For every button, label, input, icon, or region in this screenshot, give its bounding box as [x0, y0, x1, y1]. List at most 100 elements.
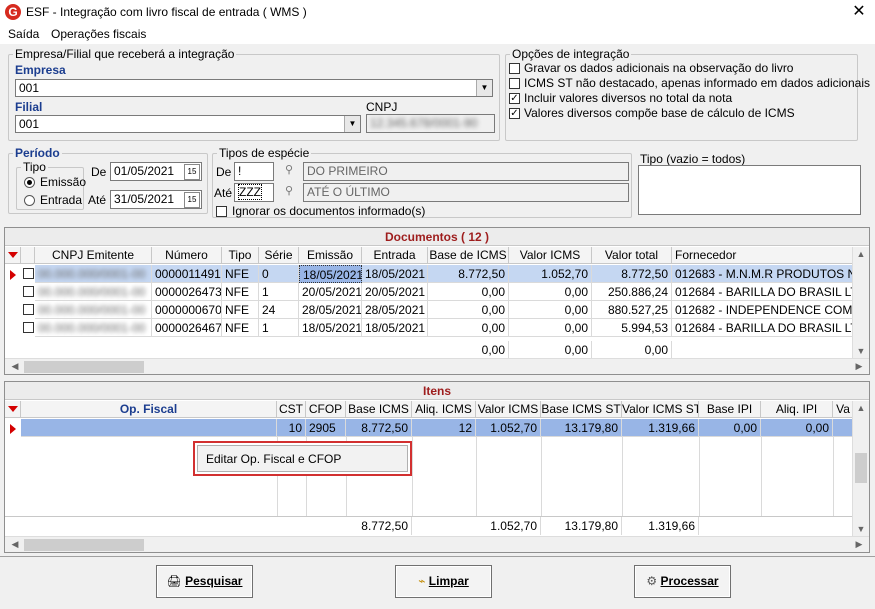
itens-hscroll-thumb[interactable] [24, 539, 144, 551]
doc-col-base[interactable]: Base de ICMS [428, 247, 509, 264]
doc-col-valor-icms[interactable]: Valor ICMS [509, 247, 592, 264]
itens-vscroll-thumb[interactable] [855, 453, 867, 483]
doc-fornecedor[interactable]: 012683 - M.N.M.R PRODUTOS NATI [672, 265, 854, 283]
doc-row-checkbox[interactable] [23, 286, 34, 297]
item-base-st[interactable]: 13.179,80 [541, 419, 622, 437]
doc-valor-total[interactable]: 250.886,24 [592, 283, 672, 301]
doc-base[interactable]: 0,00 [428, 283, 509, 301]
doc-hscroll-thumb[interactable] [24, 361, 144, 373]
doc-fornecedor[interactable]: 012682 - INDEPENDENCE COMERC [672, 301, 854, 319]
doc-col-cnpj[interactable]: CNPJ Emitente [35, 247, 152, 264]
opcao-gravar-checkbox[interactable] [509, 63, 520, 74]
filial-select[interactable]: 001 [15, 115, 361, 133]
item-col-cfop[interactable]: CFOP [306, 401, 346, 418]
scroll-down-icon[interactable]: ▼ [853, 524, 869, 534]
tipo-vazio-input[interactable] [638, 165, 861, 215]
doc-numero[interactable]: 0000000670 [152, 301, 222, 319]
itens-horizontal-scrollbar[interactable]: ◀ ▶ [5, 536, 869, 552]
doc-col-valor-total[interactable]: Valor total [592, 247, 672, 264]
doc-entrada[interactable]: 18/05/2021 [362, 319, 428, 337]
doc-serie[interactable]: 1 [259, 283, 299, 301]
especie-de-input[interactable]: ! [234, 162, 274, 181]
doc-row-checkbox[interactable] [23, 322, 34, 333]
item-base-icms[interactable]: 8.772,50 [346, 419, 412, 437]
scroll-left-icon[interactable]: ◀ [7, 539, 23, 550]
item-col-aliq-icms[interactable]: Aliq. ICMS [412, 401, 476, 418]
doc-serie[interactable]: 0 [259, 265, 299, 283]
doc-numero[interactable]: 0000011491 [152, 265, 222, 283]
doc-tipo[interactable]: NFE [222, 301, 259, 319]
item-op-fiscal[interactable] [21, 419, 277, 437]
doc-col-emissao[interactable]: Emissão [299, 247, 362, 264]
doc-fornecedor[interactable]: 012684 - BARILLA DO BRASIL LTDA [672, 319, 854, 337]
opcao-valores-checkbox[interactable]: ✓ [509, 108, 520, 119]
processar-button[interactable]: ⚙ Processar [634, 565, 731, 598]
doc-entrada[interactable]: 18/05/2021 [362, 265, 428, 283]
close-window-button[interactable]: ✕ [848, 2, 870, 22]
item-col-op-fiscal[interactable]: Op. Fiscal [21, 401, 277, 418]
item-col-valor-icms[interactable]: Valor ICMS [476, 401, 541, 418]
doc-col-fornecedor[interactable]: Fornecedor [672, 247, 854, 264]
doc-base[interactable]: 8.772,50 [428, 265, 509, 283]
scroll-up-icon[interactable]: ▲ [853, 249, 869, 259]
doc-tipo[interactable]: NFE [222, 265, 259, 283]
item-col-base-ipi[interactable]: Base IPI [699, 401, 761, 418]
doc-emissao[interactable]: 20/05/2021 [299, 283, 362, 301]
scroll-down-icon[interactable]: ▼ [853, 346, 869, 356]
doc-serie[interactable]: 1 [259, 319, 299, 337]
doc-entrada[interactable]: 20/05/2021 [362, 283, 428, 301]
doc-fornecedor[interactable]: 012684 - BARILLA DO BRASIL LTDA [672, 283, 854, 301]
doc-row-checkbox[interactable] [23, 304, 34, 315]
doc-emissao[interactable]: 18/05/2021 [299, 319, 362, 337]
empresa-select[interactable]: 001 [15, 79, 493, 97]
item-valor-icms[interactable]: 1.052,70 [476, 419, 541, 437]
menu-operacoes-fiscais[interactable]: Operações fiscais [51, 27, 146, 41]
limpar-button[interactable]: ⌁ Limpar [395, 565, 492, 598]
doc-serie[interactable]: 24 [259, 301, 299, 319]
scroll-right-icon[interactable]: ▶ [851, 361, 867, 372]
doc-vertical-scrollbar[interactable]: ▲ ▼ [852, 247, 869, 358]
entrada-radio[interactable] [24, 195, 35, 206]
scroll-right-icon[interactable]: ▶ [851, 539, 867, 550]
item-col-aliq-ipi[interactable]: Aliq. IPI [761, 401, 833, 418]
doc-base[interactable]: 0,00 [428, 301, 509, 319]
doc-col-numero[interactable]: Número [152, 247, 222, 264]
item-col-cst[interactable]: CST [277, 401, 306, 418]
item-col-va[interactable]: Va [833, 401, 854, 418]
item-va[interactable] [833, 419, 854, 437]
doc-row-checkbox[interactable] [23, 268, 34, 279]
item-col-base-icms[interactable]: Base ICMS [346, 401, 412, 418]
doc-numero[interactable]: 0000026467 [152, 319, 222, 337]
doc-valor-total[interactable]: 8.772,50 [592, 265, 672, 283]
filial-dropdown-icon[interactable]: ▼ [344, 116, 360, 132]
pesquisar-button[interactable]: 🖨 Pesquisar [156, 565, 253, 598]
item-cst[interactable]: 10 [277, 419, 306, 437]
item-col-valor-st[interactable]: Valor ICMS ST [622, 401, 699, 418]
doc-valor-icms[interactable]: 1.052,70 [509, 265, 592, 283]
opcao-icms-st-checkbox[interactable] [509, 78, 520, 89]
binoculars-ate-icon[interactable]: ⚲ [279, 184, 299, 202]
item-col-base-st[interactable]: Base ICMS ST [541, 401, 622, 418]
emissao-radio[interactable] [24, 177, 35, 188]
doc-col-serie[interactable]: Série [259, 247, 299, 264]
doc-base[interactable]: 0,00 [428, 319, 509, 337]
itens-vertical-scrollbar[interactable]: ▲ ▼ [852, 401, 869, 536]
doc-emissao[interactable]: 18/05/2021 [299, 265, 362, 283]
doc-col-tipo[interactable]: Tipo [222, 247, 259, 264]
item-aliq-icms[interactable]: 12 [412, 419, 476, 437]
scroll-left-icon[interactable]: ◀ [7, 361, 23, 372]
doc-numero[interactable]: 0000026473 [152, 283, 222, 301]
calendar-ate-icon[interactable]: 15 [184, 192, 200, 208]
menu-saida[interactable]: Saída [8, 27, 39, 41]
doc-entrada[interactable]: 28/05/2021 [362, 301, 428, 319]
doc-valor-total[interactable]: 5.994,53 [592, 319, 672, 337]
doc-valor-icms[interactable]: 0,00 [509, 319, 592, 337]
opcao-incluir-checkbox[interactable]: ✓ [509, 93, 520, 104]
doc-valor-total[interactable]: 880.527,25 [592, 301, 672, 319]
item-cfop[interactable]: 2905 [306, 419, 346, 437]
doc-emissao[interactable]: 28/05/2021 [299, 301, 362, 319]
especie-ate-input[interactable]: ZZZ [234, 183, 274, 202]
ignorar-checkbox[interactable] [216, 206, 227, 217]
item-base-ipi[interactable]: 0,00 [699, 419, 761, 437]
binoculars-de-icon[interactable]: ⚲ [279, 163, 299, 181]
